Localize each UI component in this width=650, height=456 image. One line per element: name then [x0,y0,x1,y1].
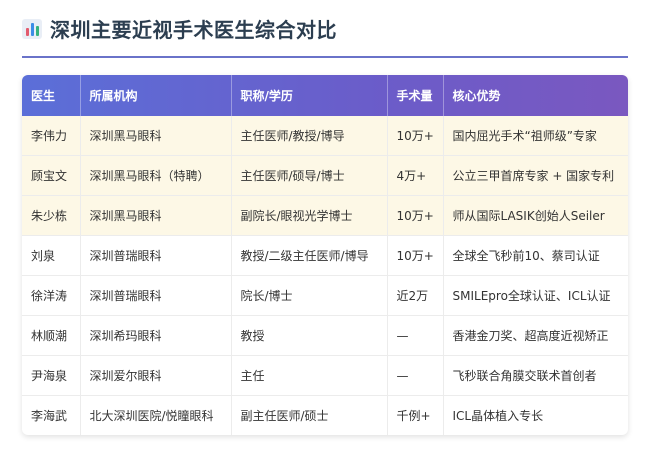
page-title: 深圳主要近视手术医生综合对比 [50,18,337,42]
cell-strength: 香港金刀奖、超高度近视矫正 [443,315,628,356]
table-row: 林顺潮 深圳希玛眼科 教授 — 香港金刀奖、超高度近视矫正 [22,315,628,356]
cell-org: 深圳普瑞眼科 [80,275,232,316]
cell-org: 深圳希玛眼科 [80,315,232,356]
cell-doctor: 林顺潮 [22,315,81,356]
cell-volume: 10万+ [387,116,444,156]
cell-org: 深圳黑马眼科（特聘） [80,155,232,196]
cell-doctor: 徐洋涛 [22,275,81,316]
table-row: 尹海泉 深圳爱尔眼科 主任 — 飞秒联合角膜交联术首创者 [22,355,628,396]
cell-strength: 全球全飞秒前10、蔡司认证 [443,235,628,276]
cell-doctor: 顾宝文 [22,155,81,196]
table-row: 李海武 北大深圳医院/悦瞳眼科 副主任医师/硕士 千例+ ICL晶体植入专长 [22,395,628,435]
cell-title: 主任医师/硕导/博士 [231,155,388,196]
cell-doctor: 尹海泉 [22,355,81,396]
cell-org: 深圳黑马眼科 [80,195,232,236]
cell-title: 主任 [231,355,388,396]
cell-doctor: 李海武 [22,395,81,435]
table-row: 朱少栋 深圳黑马眼科 副院长/眼视光学博士 10万+ 师从国际LASIK创始人Seile… [22,195,628,236]
cell-org: 北大深圳医院/悦瞳眼科 [80,395,232,435]
cell-doctor: 朱少栋 [22,195,81,236]
cell-volume: 10万+ [387,235,444,276]
column-header-title: 职称/学历 [231,75,388,116]
cell-strength: SMILEpro全球认证、ICL认证 [443,275,628,316]
cell-org: 深圳黑马眼科 [80,116,232,156]
column-header-volume: 手术量 [387,75,444,116]
cell-strength: 公立三甲首席专家 + 国家专利 [443,155,628,196]
column-header-strength: 核心优势 [452,89,501,103]
cell-title: 副主任医师/硕士 [231,395,388,435]
bar-chart-icon [22,18,42,39]
cell-doctor: 刘泉 [22,235,81,276]
cell-title: 教授 [231,315,388,356]
cell-title: 副院长/眼视光学博士 [231,195,388,236]
cell-strength: 飞秒联合角膜交联术首创者 [443,355,628,396]
cell-volume: 4万+ [387,155,444,196]
cell-doctor: 李伟力 [22,116,81,156]
cell-volume: 近2万 [387,275,444,316]
cell-volume: — [387,355,444,396]
cell-strength: ICL晶体植入专长 [452,409,544,423]
cell-strength: 师从国际LASIK创始人Seiler [443,195,628,236]
cell-title: 主任医师/教授/博导 [231,116,388,156]
comparison-table: 医生 所属机构 职称/学历 手术量 核心优势 李伟力 深圳黑马眼科 主任医师/教授/… [22,75,628,435]
cell-org: 深圳普瑞眼科 [80,235,232,276]
table-row: 刘泉 深圳普瑞眼科 教授/二级主任医师/博导 10万+ 全球全飞秒前10、蔡司认证 [22,235,628,276]
cell-title: 教授/二级主任医师/博导 [231,235,388,276]
cell-org: 深圳爱尔眼科 [80,355,232,396]
title-divider [22,56,628,58]
cell-volume: 千例+ [387,395,444,435]
table-row: 徐洋涛 深圳普瑞眼科 院长/博士 近2万 SMILEpro全球认证、ICL认证 [22,275,628,316]
cell-volume: — [387,315,444,356]
page-header: 深圳主要近视手术医生综合对比 [22,14,337,43]
cell-volume: 10万+ [387,195,444,236]
table-row: 顾宝文 深圳黑马眼科（特聘） 主任医师/硕导/博士 4万+ 公立三甲首席专家 + 国家专… [22,155,628,196]
column-header-org: 所属机构 [80,75,232,116]
cell-title: 院长/博士 [231,275,388,316]
cell-strength: 国内屈光手术“祖师级”专家 [443,116,628,156]
column-header-doctor: 医生 [22,75,81,116]
table-header-row: 医生 所属机构 职称/学历 手术量 核心优势 [22,75,628,116]
table-row: 李伟力 深圳黑马眼科 主任医师/教授/博导 10万+ 国内屈光手术“祖师级”专家 [22,116,628,156]
